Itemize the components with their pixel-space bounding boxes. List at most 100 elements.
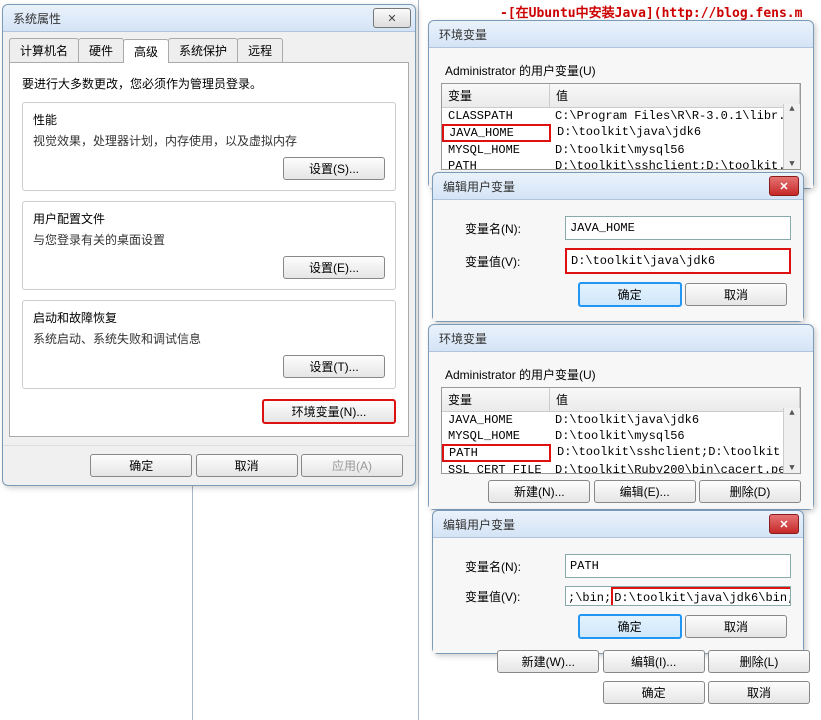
env2-body: Administrator 的用户变量(U) 变量 值 JAVA_HOME D:… [429, 352, 813, 509]
variable-value-input[interactable]: ;\bin;D:\toolkit\java\jdk6\bin;D:\to [565, 586, 791, 606]
sysprops-button-row: 确定 取消 应用(A) [3, 445, 415, 485]
env2-lower-buttons: 新建(W)... 编辑(I)... 删除(L) 确定 取消 [440, 650, 810, 704]
var-name: JAVA_HOME [442, 412, 549, 428]
table-row[interactable]: MYSQL_HOME D:\toolkit\mysql56 [442, 428, 800, 444]
sysprops-tabs: 计算机名 硬件 高级 系统保护 远程 [9, 38, 409, 63]
cancel-button[interactable]: 取消 [708, 681, 810, 704]
ok-button[interactable]: 确定 [578, 282, 682, 307]
startup-settings-button[interactable]: 设置(T)... [283, 355, 385, 378]
table-row[interactable]: JAVA_HOME D:\toolkit\java\jdk6 [442, 412, 800, 428]
variable-name-row: 变量名(N): PATH [445, 554, 791, 578]
performance-settings-button[interactable]: 设置(S)... [283, 157, 385, 180]
admin-note: 要进行大多数更改，您必须作为管理员登录。 [22, 75, 396, 92]
vertical-separator-left [192, 445, 193, 720]
header-variable[interactable]: 变量 [442, 84, 550, 107]
system-properties-window: 系统属性 ✕ 计算机名 硬件 高级 系统保护 远程 要进行大多数更改，您必须作为… [2, 4, 416, 486]
group-user-profiles-desc: 与您登录有关的桌面设置 [33, 231, 385, 248]
var-name: MYSQL_HOME [442, 142, 549, 158]
var-value: C:\Program Files\R\R-3.0.1\libr... [549, 108, 800, 124]
variable-value-label: 变量值(V): [445, 253, 565, 270]
cancel-button[interactable]: 取消 [685, 283, 787, 306]
header-value[interactable]: 值 [550, 84, 800, 107]
environment-variables-button[interactable]: 环境变量(N)... [262, 399, 396, 424]
env2-list-header: 变量 值 [442, 388, 800, 412]
var-value: D:\toolkit\sshclient;D:\toolkit... [549, 158, 800, 170]
env2-rows: JAVA_HOME D:\toolkit\java\jdk6 MYSQL_HOM… [442, 412, 800, 474]
env1-rows: CLASSPATH C:\Program Files\R\R-3.0.1\lib… [442, 108, 800, 170]
ok-button[interactable]: 确定 [603, 681, 705, 704]
vertical-separator-right [418, 0, 419, 720]
variable-name-input[interactable]: PATH [565, 554, 791, 578]
env1-list-header: 变量 值 [442, 84, 800, 108]
delete-button[interactable]: 删除(L) [708, 650, 810, 673]
edit2-titlebar: 编辑用户变量 ✕ [433, 511, 803, 538]
env2-user-section-label: Administrator 的用户变量(U) [445, 366, 797, 383]
new-button-partial[interactable]: 新建(N)... [488, 480, 590, 503]
tab-system-protection[interactable]: 系统保护 [168, 38, 238, 62]
group-startup-title: 启动和故障恢复 [33, 309, 385, 326]
sysprops-titlebar: 系统属性 ✕ [3, 5, 415, 32]
apply-button[interactable]: 应用(A) [301, 454, 403, 477]
edit-button-partial[interactable]: 编辑(E)... [594, 480, 696, 503]
tab-remote[interactable]: 远程 [237, 38, 283, 62]
close-button[interactable]: ✕ [769, 514, 799, 534]
scroll-down-icon[interactable]: ▼ [789, 463, 794, 473]
var-name-path: PATH [442, 444, 551, 462]
variable-value-row: 变量值(V): ;\bin;D:\toolkit\java\jdk6\bin;D… [445, 586, 791, 606]
env1-user-vars-list[interactable]: 变量 值 CLASSPATH C:\Program Files\R\R-3.0.… [441, 83, 801, 170]
ok-button[interactable]: 确定 [90, 454, 192, 477]
header-variable[interactable]: 变量 [442, 388, 550, 411]
var-value: D:\toolkit\java\jdk6 [551, 124, 800, 142]
delete-button-partial[interactable]: 删除(D) [699, 480, 801, 503]
var-name: PATH [442, 158, 549, 170]
close-button[interactable]: ✕ [769, 176, 799, 196]
group-user-profiles-title: 用户配置文件 [33, 210, 385, 227]
value-highlighted: D:\toolkit\java\jdk6\bin; [611, 587, 791, 606]
var-name: CLASSPATH [442, 108, 549, 124]
table-row[interactable]: SSL_CERT_FILE D:\toolkit\Ruby200\bin\cac… [442, 462, 800, 474]
cancel-button[interactable]: 取消 [196, 454, 298, 477]
variable-value-input[interactable]: D:\toolkit\java\jdk6 [565, 248, 791, 274]
close-button[interactable]: ✕ [373, 8, 411, 28]
var-value: D:\toolkit\sshclient;D:\toolkit... [551, 444, 800, 462]
scrollbar[interactable]: ▲▼ [783, 104, 800, 169]
variable-name-row: 变量名(N): JAVA_HOME [445, 216, 791, 240]
ok-button[interactable]: 确定 [578, 614, 682, 639]
variable-name-label: 变量名(N): [445, 558, 565, 575]
var-value: D:\toolkit\java\jdk6 [549, 412, 800, 428]
variable-value-label: 变量值(V): [445, 588, 565, 605]
scrollbar[interactable]: ▲▼ [783, 408, 800, 473]
var-value: D:\toolkit\mysql56 [549, 428, 800, 444]
sysprops-advanced-body: 要进行大多数更改，您必须作为管理员登录。 性能 视觉效果，处理器计划，内存使用，… [9, 63, 409, 437]
tab-advanced[interactable]: 高级 [123, 39, 169, 63]
table-row[interactable]: MYSQL_HOME D:\toolkit\mysql56 [442, 142, 800, 158]
env2-title: 环境变量 [439, 330, 487, 347]
edit-user-var-dialog-1: 编辑用户变量 ✕ 变量名(N): JAVA_HOME 变量值(V): D:\to… [432, 172, 804, 322]
tab-hardware[interactable]: 硬件 [78, 38, 124, 62]
group-performance-desc: 视觉效果，处理器计划，内存使用，以及虚拟内存 [33, 132, 385, 149]
table-row[interactable]: PATH D:\toolkit\sshclient;D:\toolkit... [442, 444, 800, 462]
variable-name-input[interactable]: JAVA_HOME [565, 216, 791, 240]
group-performance: 性能 视觉效果，处理器计划，内存使用，以及虚拟内存 设置(S)... [22, 102, 396, 191]
table-row[interactable]: JAVA_HOME D:\toolkit\java\jdk6 [442, 124, 800, 142]
env1-user-section-label: Administrator 的用户变量(U) [445, 62, 797, 79]
scroll-down-icon[interactable]: ▼ [789, 159, 794, 169]
table-row[interactable]: CLASSPATH C:\Program Files\R\R-3.0.1\lib… [442, 108, 800, 124]
user-profiles-settings-button[interactable]: 设置(E)... [283, 256, 385, 279]
scroll-up-icon[interactable]: ▲ [789, 408, 794, 418]
tab-computer-name[interactable]: 计算机名 [9, 38, 79, 62]
value-prefix: ;\bin; [568, 591, 611, 605]
var-name: MYSQL_HOME [442, 428, 549, 444]
group-startup-recovery: 启动和故障恢复 系统启动、系统失败和调试信息 设置(T)... [22, 300, 396, 389]
header-value[interactable]: 值 [550, 388, 800, 411]
cancel-button[interactable]: 取消 [685, 615, 787, 638]
env2-titlebar: 环境变量 [429, 325, 813, 352]
new-button[interactable]: 新建(W)... [497, 650, 599, 673]
table-row[interactable]: PATH D:\toolkit\sshclient;D:\toolkit... [442, 158, 800, 170]
scroll-up-icon[interactable]: ▲ [789, 104, 794, 114]
edit-button[interactable]: 编辑(I)... [603, 650, 705, 673]
bg-link-text: -[在Ubuntu中安装Java](http://blog.fens.m [500, 2, 802, 21]
edit-user-var-dialog-2: 编辑用户变量 ✕ 变量名(N): PATH 变量值(V): ;\bin;D:\t… [432, 510, 804, 654]
env2-user-vars-list[interactable]: 变量 值 JAVA_HOME D:\toolkit\java\jdk6 MYSQ… [441, 387, 801, 474]
env-vars-window-1: 环境变量 Administrator 的用户变量(U) 变量 值 CLASSPA… [428, 20, 814, 189]
